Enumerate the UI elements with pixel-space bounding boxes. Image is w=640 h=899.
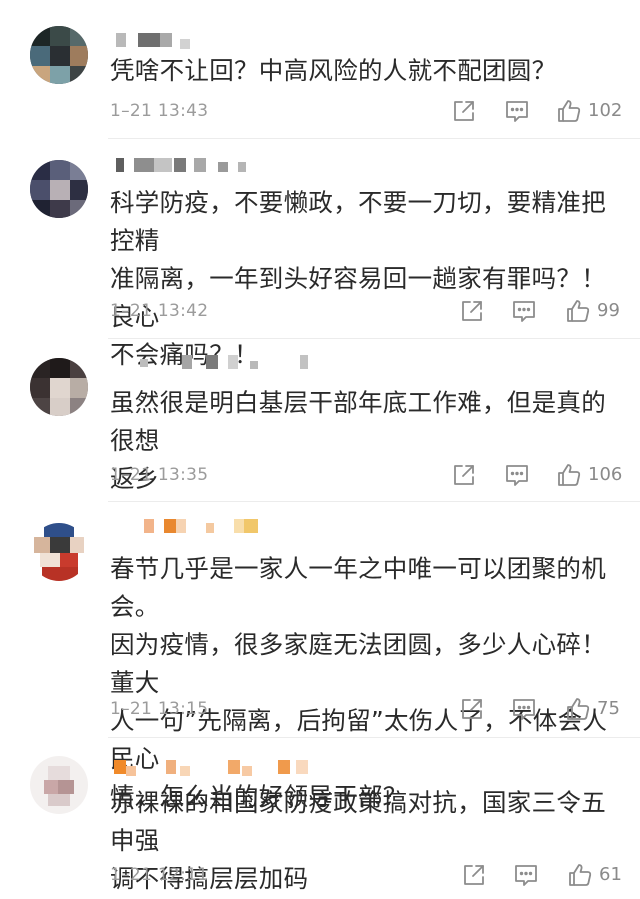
like-count: 75 [597, 698, 620, 719]
comment-line: 科学防疫，不要懒政，不要一刀切，要精准把控精 [110, 188, 606, 255]
like-count: 61 [599, 864, 622, 885]
divider [108, 338, 640, 339]
comment-time: 1–21 13:43 [110, 101, 209, 121]
thumbs-up-icon[interactable] [555, 461, 583, 489]
comment-meta: 1–21 13:35 106 [0, 461, 640, 491]
comment-time: 1–21 12:11 [110, 865, 209, 885]
comment-text: 春节几乎是一家人一年之中唯一可以团聚的机会。 因为疫情，很多家庭无法团圆，多少人… [110, 550, 625, 816]
comment-icon[interactable] [512, 861, 540, 889]
share-icon[interactable] [458, 297, 486, 325]
divider [108, 737, 640, 738]
avatar[interactable] [30, 523, 88, 581]
comment-time: 1–21 13:42 [110, 301, 209, 321]
comment-icon[interactable] [510, 695, 538, 723]
comment-meta: 1–21 13:43 102 [0, 97, 640, 127]
comment-line: 赤裸裸的和国家防疫政策搞对抗，国家三令五申强 [110, 788, 606, 855]
like-count: 102 [588, 100, 623, 121]
comment-time: 1–21 13:35 [110, 465, 209, 485]
comment-meta: 1–21 13:15 75 [0, 695, 640, 725]
share-icon[interactable] [450, 97, 478, 125]
thumbs-up-icon[interactable] [564, 297, 592, 325]
divider [108, 501, 640, 502]
comment-time: 1–21 13:15 [110, 699, 209, 719]
avatar[interactable] [30, 358, 88, 416]
avatar[interactable] [30, 160, 88, 218]
share-icon[interactable] [450, 461, 478, 489]
comment-line: 虽然很是明白基层干部年底工作难，但是真的很想 [110, 388, 606, 455]
comment-text: 凭啥不让回？中高风险的人就不配团圆？ [110, 52, 625, 90]
like-count: 106 [588, 464, 623, 485]
like-count: 99 [597, 300, 620, 321]
comment-icon[interactable] [503, 461, 531, 489]
comment-meta: 1–21 13:42 99 [0, 297, 640, 327]
avatar[interactable] [30, 756, 88, 814]
thumbs-up-icon[interactable] [555, 97, 583, 125]
comment-line: 春节几乎是一家人一年之中唯一可以团聚的机会。 [110, 554, 606, 621]
comment-line: 凭啥不让回？中高风险的人就不配团圆？ [110, 56, 557, 85]
comment-line: 因为疫情，很多家庭无法团圆，多少人心碎！董大 [110, 630, 606, 697]
share-icon[interactable] [460, 861, 488, 889]
comment-icon[interactable] [503, 97, 531, 125]
comment-icon[interactable] [510, 297, 538, 325]
thumbs-up-icon[interactable] [566, 861, 594, 889]
divider [108, 138, 640, 139]
comment-meta: 1–21 12:11 61 [0, 861, 640, 891]
avatar[interactable] [30, 26, 88, 84]
thumbs-up-icon[interactable] [564, 695, 592, 723]
share-icon[interactable] [458, 695, 486, 723]
comment-text: 科学防疫，不要懒政，不要一刀切，要精准把控精 准隔离，一年到头好容易回一趟家有罪… [110, 184, 625, 374]
